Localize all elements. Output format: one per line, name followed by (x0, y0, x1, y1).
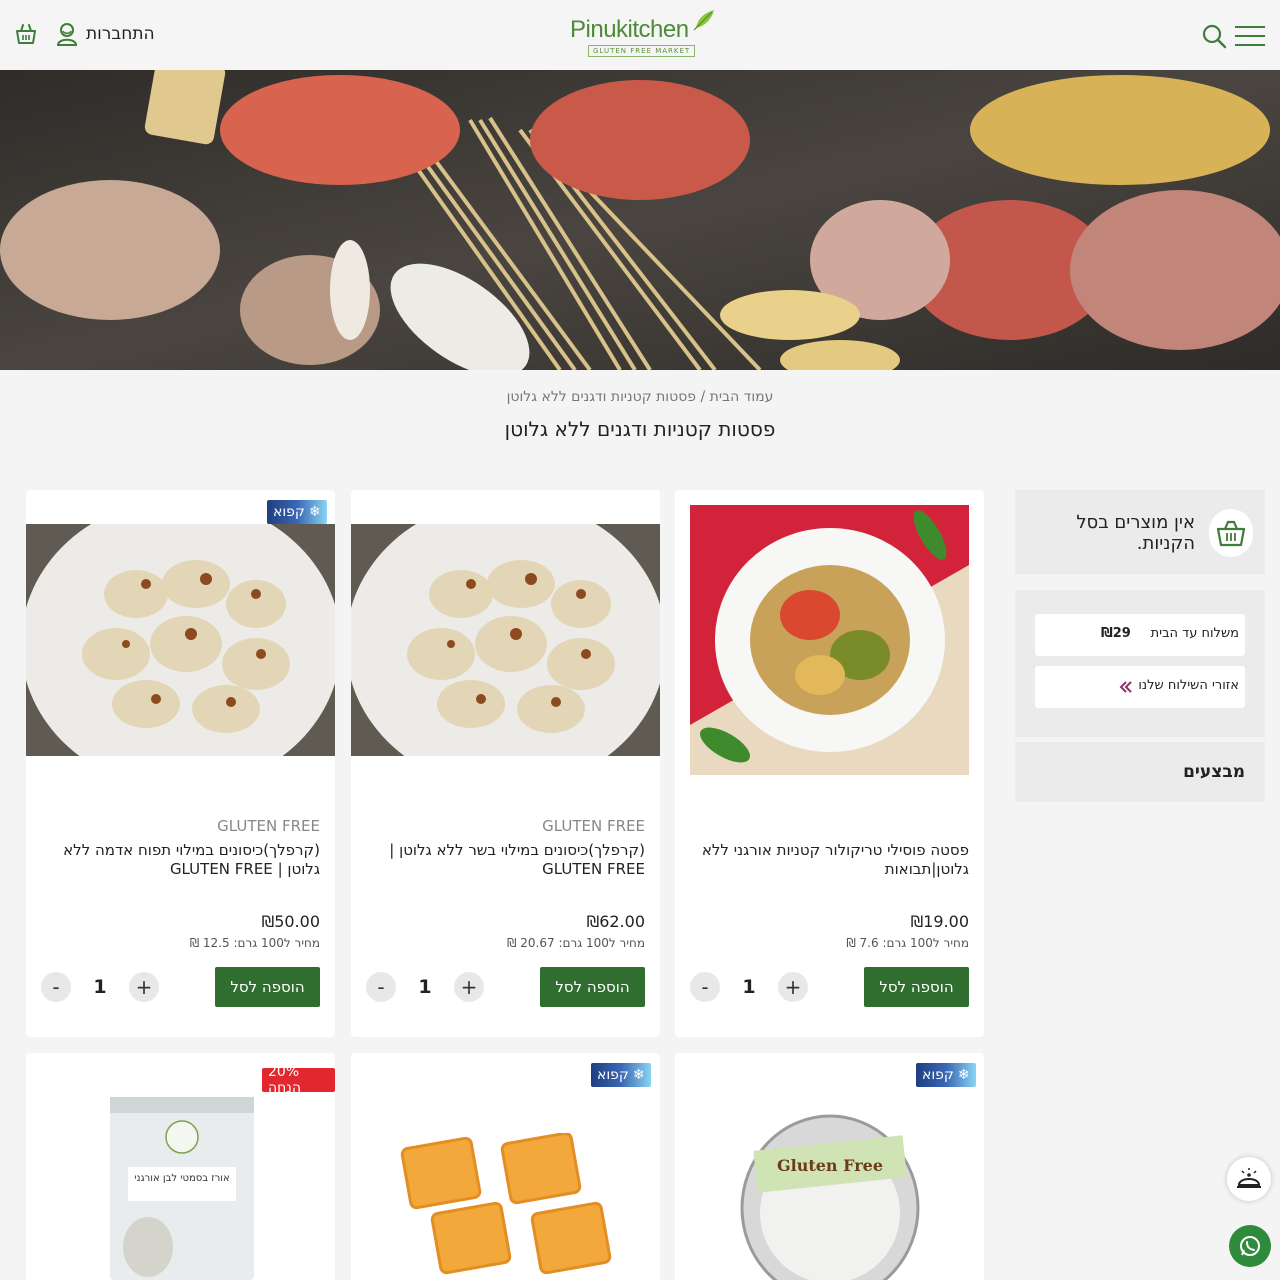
deals-title: מבצעים (1183, 762, 1245, 782)
frozen-badge-label: קפוא (273, 504, 305, 520)
shopping-basket-icon[interactable] (14, 22, 38, 46)
product-card: ❄ קפוא (351, 1053, 660, 1280)
quantity-decrease-button[interactable]: - (366, 972, 396, 1002)
home-delivery-price: ₪29 (1101, 626, 1131, 641)
shipping-areas-link[interactable]: אזורי השילוח שלנו (1035, 666, 1245, 708)
product-card: 20% הנחה אורז בסמטי לבן אורגני (26, 1053, 335, 1280)
legumes-pasta-photo (0, 70, 1280, 370)
unit-price: מחיר ל100 גרם: 7.6 ₪ (846, 936, 969, 950)
frozen-badge: ❄ קפוא (267, 500, 327, 524)
ravioli-photo (400, 1133, 612, 1275)
breadcrumb-current: פסטות קטניות ודגנים ללא גלוטן (506, 389, 697, 405)
kreplach-potato-photo (26, 524, 335, 756)
unit-price: מחיר ל100 גרם: 12.5 ₪ (189, 936, 320, 950)
discount-badge: 20% הנחה (262, 1064, 335, 1096)
deals-widget[interactable]: מבצעים (1015, 742, 1265, 802)
hamburger-menu-icon[interactable] (1235, 26, 1265, 46)
product-price: ₪62.00 (586, 912, 645, 931)
logo-text: Pinukitchen (570, 16, 689, 43)
service-bell-button[interactable] (1227, 1157, 1271, 1201)
product-image[interactable] (391, 1133, 621, 1280)
product-image[interactable]: אורז בסמטי לבן אורגני (108, 1097, 256, 1280)
product-brand: GLUTEN FREE (217, 817, 320, 835)
product-image[interactable] (351, 524, 660, 756)
product-card: ❄ קפוא Gluten Free (675, 1053, 984, 1280)
service-bell-icon (1237, 1168, 1261, 1188)
search-icon[interactable] (1201, 23, 1227, 49)
fusilli-pasta-photo (690, 505, 969, 775)
snowflake-icon: ❄ (308, 504, 321, 520)
organic-rice-bag-photo: אורז בסמטי לבן אורגני (110, 1097, 254, 1280)
product-name[interactable]: (קרפלך)כיסונים במילוי בשר ללא גלוטן | GL… (365, 841, 645, 879)
site-logo[interactable]: Pinukitchen GLUTEN FREE MARKET (570, 8, 715, 58)
product-price: ₪19.00 (910, 912, 969, 931)
frozen-badge-label: קפוא (597, 1067, 629, 1083)
home-delivery-label: משלוח עד הבית (1150, 626, 1239, 641)
mini-cart-icon-wrapper (1209, 509, 1253, 557)
double-chevron-left-icon (1119, 681, 1132, 693)
frozen-badge: ❄ קפוא (916, 1063, 976, 1087)
product-image[interactable] (690, 505, 969, 775)
product-card: ❄ קפוא GLUTEN FREE (קרפלך)כיסונים במילוי… (26, 490, 335, 1037)
breadcrumb-separator: / (696, 389, 710, 405)
snowflake-icon: ❄ (632, 1067, 645, 1083)
product-brand: GLUTEN FREE (542, 817, 645, 835)
home-delivery-row: משלוח עד הבית ₪29 (1035, 614, 1245, 656)
frozen-badge: ❄ קפוא (591, 1063, 651, 1087)
unit-price: מחיר ל100 גרם: 20.67 ₪ (507, 936, 645, 950)
package-title: אורז בסמטי לבן אורגני (134, 1173, 229, 1184)
user-icon (56, 23, 78, 46)
site-header: התחברות Pinukitchen GLUTEN FREE MARKET (0, 0, 1280, 70)
mini-cart-widget: אין מוצרים בסל הקניות. (1015, 490, 1265, 574)
frozen-badge-label: קפוא (922, 1067, 954, 1083)
gluten-free-label: Gluten Free (777, 1156, 883, 1175)
cart-empty-message: אין מוצרים בסל הקניות. (1076, 512, 1195, 554)
login-label: התחברות (86, 24, 155, 44)
quantity-increase-button[interactable]: + (129, 972, 159, 1002)
product-image[interactable]: Gluten Free (735, 1113, 925, 1280)
product-name[interactable]: פסטה פוסילי טריקולור קטניות אורגני ללא ג… (689, 841, 969, 879)
product-name[interactable]: (קרפלך)כיסונים במילוי תפוח אדמה ללא גלוט… (40, 841, 320, 879)
login-link[interactable]: התחברות (56, 22, 155, 46)
page-title: פסטות קטניות ודגנים ללא גלוטן (504, 417, 776, 441)
leaf-icon (693, 10, 714, 31)
quantity-decrease-button[interactable]: - (690, 972, 720, 1002)
snowflake-icon: ❄ (957, 1067, 970, 1083)
quantity-increase-button[interactable]: + (778, 972, 808, 1002)
quantity-value[interactable]: 1 (737, 976, 761, 998)
add-to-cart-button[interactable]: הוספה לסל (215, 967, 320, 1007)
quantity-value[interactable]: 1 (88, 976, 112, 998)
breadcrumb-home-link[interactable]: עמוד הבית (710, 389, 774, 405)
shipping-areas-label: אזורי השילוח שלנו (1138, 678, 1239, 693)
breadcrumb: עמוד הבית / פסטות קטניות ודגנים ללא גלוט… (0, 389, 1280, 405)
logo-subtitle: GLUTEN FREE MARKET (588, 45, 696, 57)
kreplach-meat-photo (351, 524, 660, 756)
shipping-info-widget: משלוח עד הבית ₪29 אזורי השילוח שלנו (1015, 590, 1265, 737)
add-to-cart-button[interactable]: הוספה לסל (864, 967, 969, 1007)
quantity-increase-button[interactable]: + (454, 972, 484, 1002)
gnocchi-container-photo: Gluten Free (740, 1114, 920, 1280)
product-card: GLUTEN FREE (קרפלך)כיסונים במילוי בשר לל… (351, 490, 660, 1037)
hero-banner-image (0, 70, 1280, 370)
add-to-cart-button[interactable]: הוספה לסל (540, 967, 645, 1007)
quantity-value[interactable]: 1 (413, 976, 437, 998)
product-image[interactable] (26, 524, 335, 756)
whatsapp-button[interactable] (1229, 1225, 1271, 1267)
whatsapp-icon (1240, 1236, 1260, 1256)
shopping-basket-icon (1216, 520, 1246, 547)
quantity-decrease-button[interactable]: - (41, 972, 71, 1002)
product-price: ₪50.00 (261, 912, 320, 931)
product-card: פסטה פוסילי טריקולור קטניות אורגני ללא ג… (675, 490, 984, 1037)
